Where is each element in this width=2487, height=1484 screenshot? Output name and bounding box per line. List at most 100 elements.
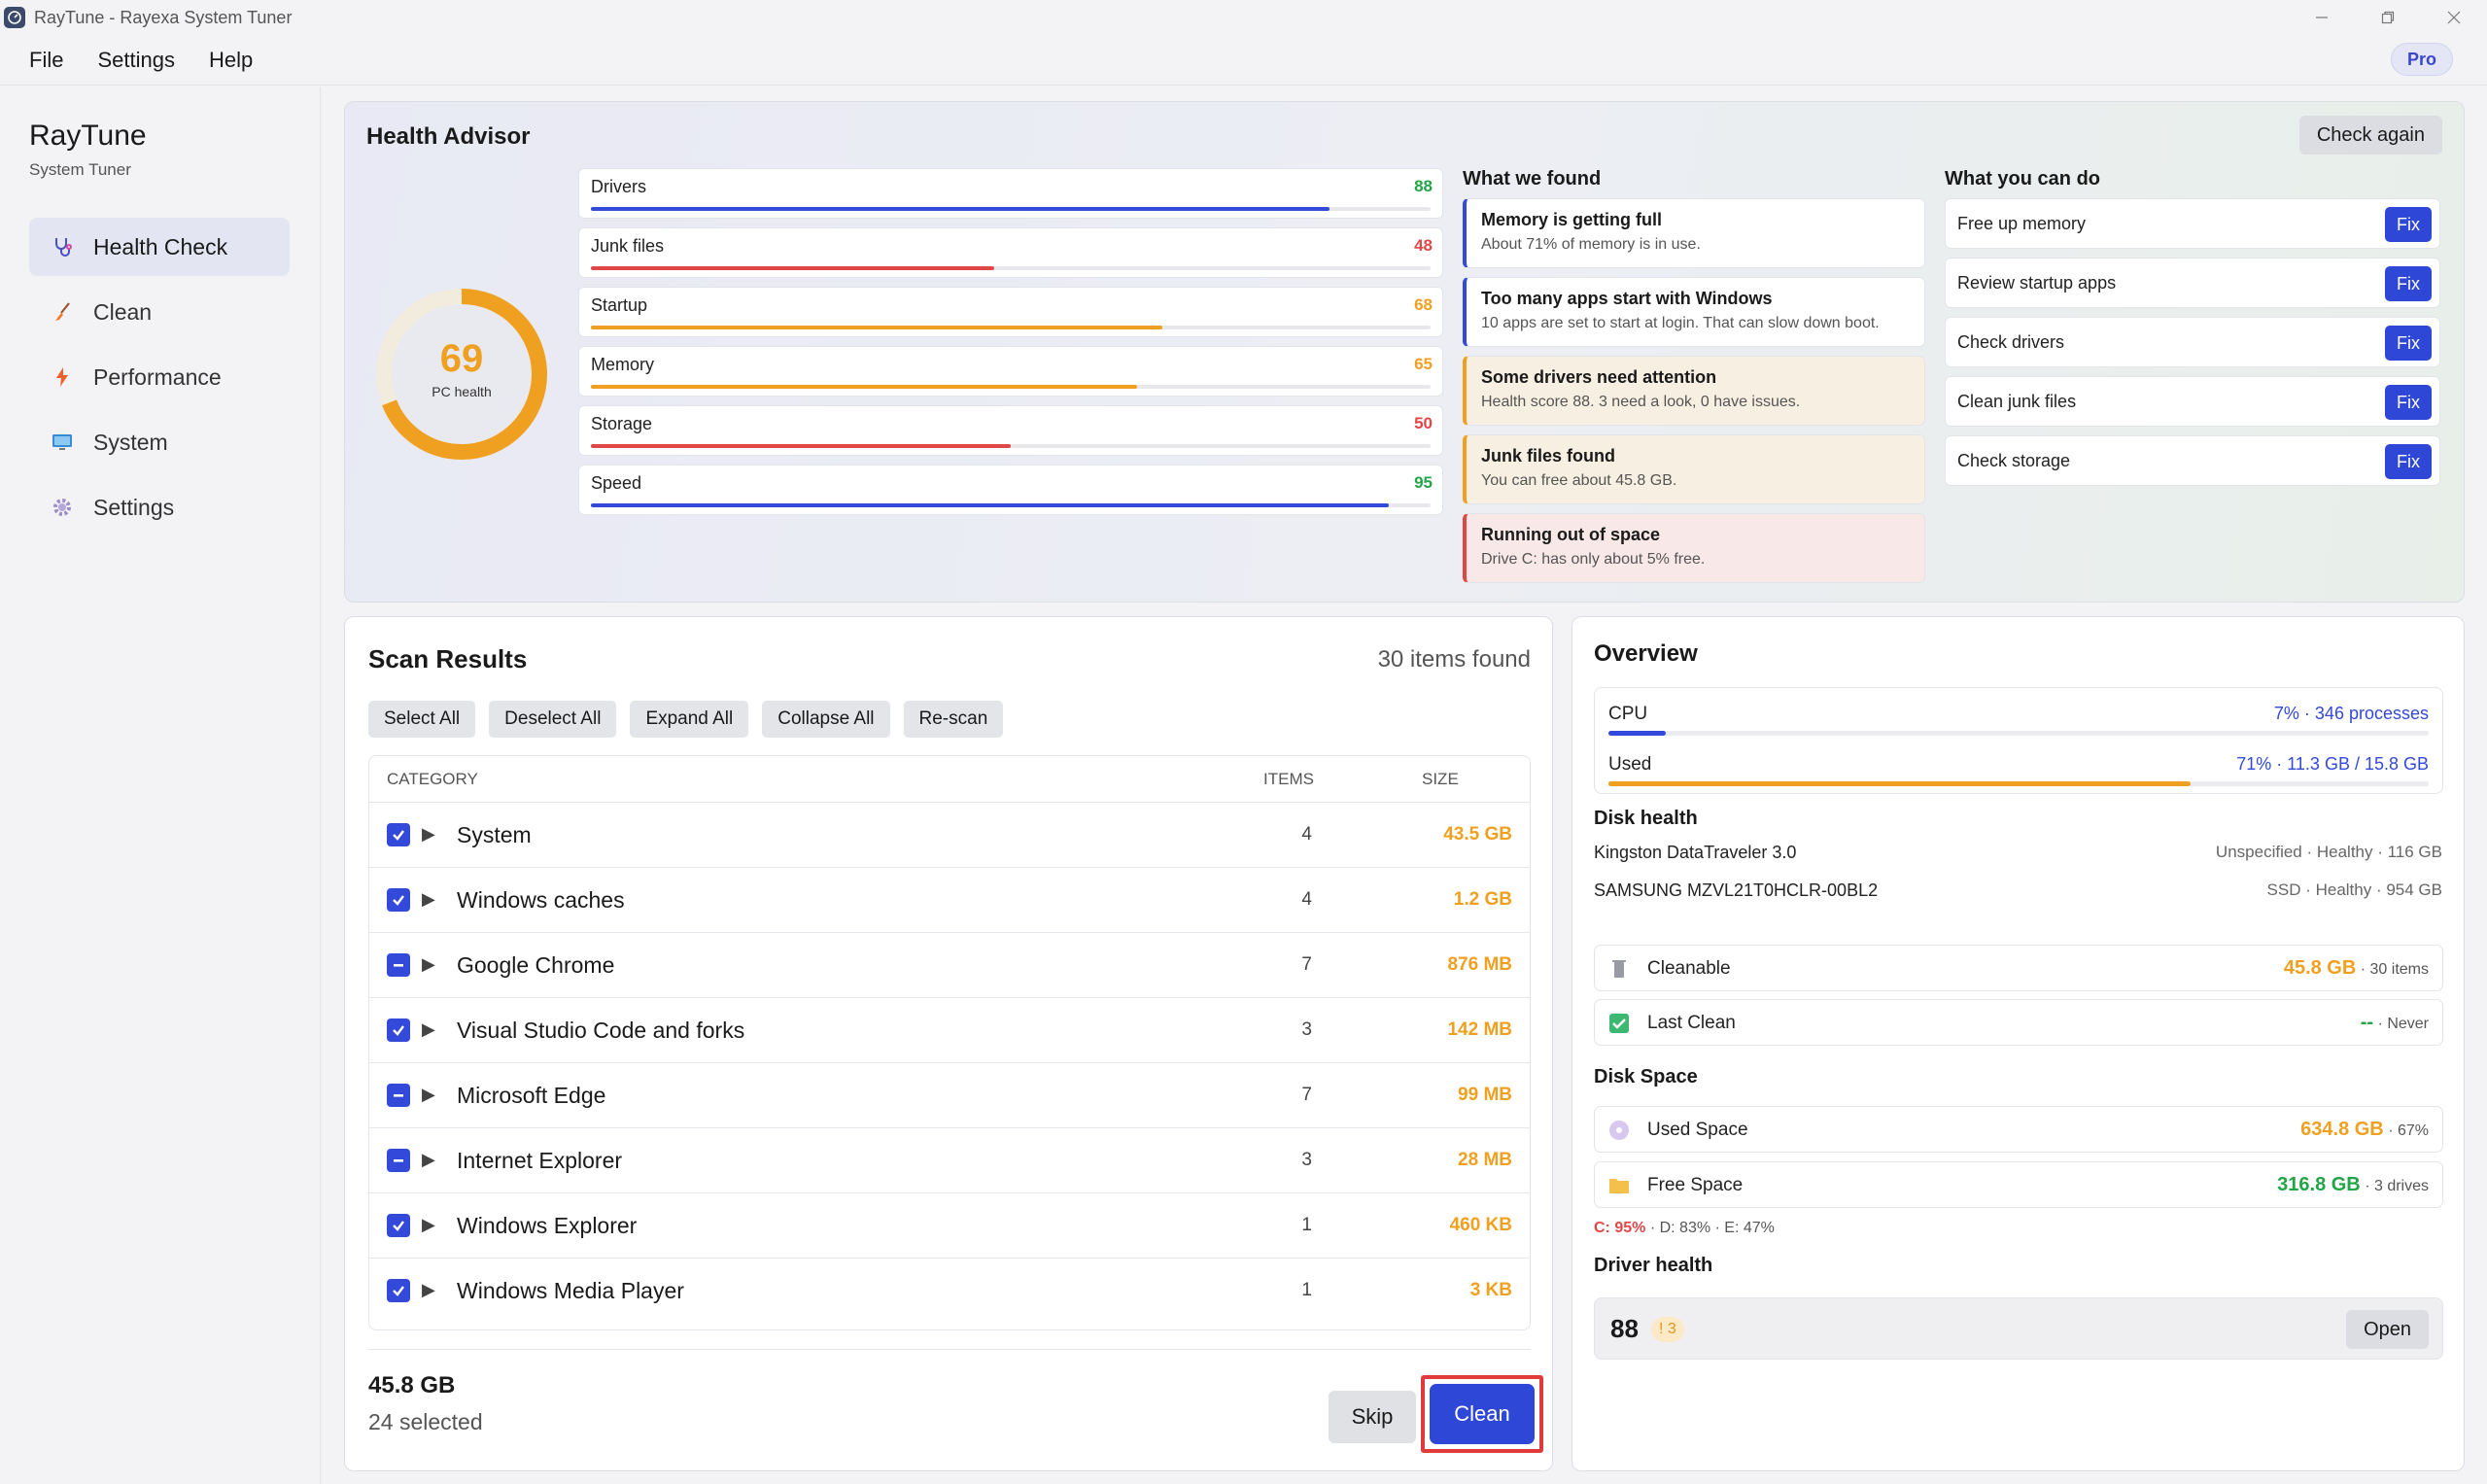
checkbox-checked[interactable]	[387, 823, 410, 846]
pc-health-label: PC health	[432, 384, 492, 399]
app-logo-icon	[4, 7, 25, 28]
scan-results-table: CATEGORY ITEMS SIZE ▶ System 4 43.5 GB ▶ Wind…	[368, 755, 1531, 1330]
table-row[interactable]: ▶ Google Chrome 7 876 MB	[369, 933, 1530, 998]
expand-caret-icon[interactable]: ▶	[422, 824, 435, 845]
checkbox-checked[interactable]	[387, 888, 410, 912]
finding-card: Too many apps start with Windows 10 apps …	[1463, 277, 1925, 347]
expand-caret-icon[interactable]: ▶	[422, 954, 435, 975]
stethoscope-icon	[49, 233, 76, 260]
table-row[interactable]: ▶ Internet Explorer 3 28 MB	[369, 1128, 1530, 1193]
fix-button[interactable]: Fix	[2385, 444, 2432, 479]
table-row[interactable]: ▶ Visual Studio Code and forks 3 142 MB	[369, 998, 1530, 1063]
expand-caret-icon[interactable]: ▶	[422, 1150, 435, 1170]
table-row[interactable]: ▶ System 4 43.5 GB	[369, 803, 1530, 868]
last-clean-value: --	[2360, 1012, 2374, 1033]
action-row: Review startup apps Fix	[1945, 258, 2440, 308]
sidebar-item-performance[interactable]: Performance	[29, 348, 290, 406]
driver-health-score: 88	[1610, 1314, 1639, 1343]
last-clean-when: · Never	[2373, 1016, 2429, 1032]
overview-title: Overview	[1594, 640, 1698, 667]
fix-button[interactable]: Fix	[2385, 326, 2432, 361]
expand-caret-icon[interactable]: ▶	[422, 889, 435, 910]
column-header-size: SIZE	[1422, 769, 1459, 788]
lightning-icon	[49, 363, 76, 391]
menu-settings[interactable]: Settings	[97, 48, 175, 73]
check-again-button[interactable]: Check again	[2298, 116, 2442, 155]
action-row: Free up memory Fix	[1945, 198, 2440, 249]
finding-card: Running out of space Drive C: has only ab…	[1463, 513, 1925, 583]
fix-button[interactable]: Fix	[2385, 385, 2432, 420]
menu-help[interactable]: Help	[209, 48, 253, 73]
open-drivers-button[interactable]: Open	[2346, 1310, 2429, 1349]
fix-button[interactable]: Fix	[2385, 266, 2432, 301]
action-label: Clean junk files	[1957, 391, 2077, 411]
metric-name: Junk files	[591, 236, 665, 256]
disc-icon	[1608, 1120, 1630, 1141]
sidebar-nav: Health Check Clean Performance System Se…	[29, 218, 290, 543]
free-space-value: 316.8 GB	[2277, 1174, 2361, 1195]
rescan-button[interactable]: Re-scan	[903, 701, 1004, 738]
used-space-card: Used Space 634.8 GB · 67%	[1594, 1106, 2443, 1153]
category-items: 3	[1301, 1150, 1312, 1170]
checkbox-partial[interactable]	[387, 1149, 410, 1172]
overview-panel: Overview CPU 7% · 346 processes Used 71%…	[1572, 616, 2465, 1471]
select-all-button[interactable]: Select All	[368, 701, 476, 738]
used-space-percent: · 67%	[2383, 1122, 2429, 1139]
cpu-usage-row: CPU 7% · 346 processes	[1608, 704, 2429, 742]
drive-value: 83%	[1679, 1220, 1711, 1236]
sidebar-item-clean[interactable]: Clean	[29, 283, 290, 341]
metric-value: 50	[1414, 414, 1433, 432]
expand-caret-icon[interactable]: ▶	[422, 1280, 435, 1300]
checkbox-partial[interactable]	[387, 953, 410, 977]
action-label: Free up memory	[1957, 213, 2087, 233]
divider	[368, 1349, 1531, 1350]
trash-icon	[1608, 958, 1630, 980]
sidebar-item-health-check[interactable]: Health Check	[29, 218, 290, 276]
finding-description: Drive C: has only about 5% free.	[1481, 551, 1706, 568]
table-row[interactable]: ▶ Windows caches 4 1.2 GB	[369, 868, 1530, 933]
sidebar-item-label: Settings	[93, 494, 175, 520]
metric-name: Storage	[591, 414, 653, 433]
disk-name: Kingston DataTraveler 3.0	[1594, 843, 1797, 862]
selected-size: 45.8 GB	[368, 1372, 456, 1398]
sidebar-item-label: Performance	[93, 363, 222, 390]
deselect-all-button[interactable]: Deselect All	[489, 701, 617, 738]
minimize-button[interactable]	[2289, 0, 2355, 35]
sidebar-item-settings[interactable]: Settings	[29, 478, 290, 536]
table-row[interactable]: ▶ Microsoft Edge 7 99 MB	[369, 1063, 1530, 1128]
checkbox-checked[interactable]	[387, 1018, 410, 1042]
category-name: Windows Media Player	[457, 1278, 684, 1303]
gear-icon	[49, 494, 76, 521]
health-metric-junk-files: Junk files 48	[578, 227, 1443, 278]
free-space-label: Free Space	[1647, 1175, 1744, 1195]
table-row[interactable]: ▶ Windows Explorer 1 460 KB	[369, 1193, 1530, 1259]
sidebar-item-label: Clean	[93, 298, 153, 325]
checkbox-partial[interactable]	[387, 1084, 410, 1107]
expand-caret-icon[interactable]: ▶	[422, 1215, 435, 1235]
menu-file[interactable]: File	[29, 48, 63, 73]
table-row[interactable]: ▶ Windows Media Player 1 3 KB	[369, 1259, 1530, 1324]
finding-title: Running out of space	[1481, 525, 1660, 544]
pro-badge[interactable]: Pro	[2390, 43, 2453, 76]
clean-button[interactable]: Clean	[1430, 1384, 1535, 1444]
scan-results-panel: Scan Results 30 items found Select All D…	[344, 616, 1553, 1471]
metric-bar	[591, 326, 1431, 329]
health-metrics: Drivers 88 Junk files 48 Startup 68 Memory 65 St…	[578, 168, 1443, 524]
checkbox-checked[interactable]	[387, 1279, 410, 1302]
memory-usage-bar	[1608, 781, 2429, 786]
expand-caret-icon[interactable]: ▶	[422, 1085, 435, 1105]
memory-value: 71% · 11.3 GB / 15.8 GB	[2236, 754, 2429, 774]
restore-button[interactable]	[2355, 0, 2421, 35]
skip-button[interactable]: Skip	[1329, 1391, 1416, 1443]
brand-subtitle: System Tuner	[29, 160, 131, 179]
metric-bar	[591, 207, 1431, 211]
brand-title: RayTune	[29, 120, 147, 152]
sidebar-item-system[interactable]: System	[29, 413, 290, 471]
close-button[interactable]	[2421, 0, 2487, 35]
last-clean-card: Last Clean -- · Never	[1594, 999, 2443, 1046]
fix-button[interactable]: Fix	[2385, 207, 2432, 242]
checkbox-checked[interactable]	[387, 1214, 410, 1237]
expand-caret-icon[interactable]: ▶	[422, 1019, 435, 1040]
collapse-all-button[interactable]: Collapse All	[762, 701, 890, 738]
expand-all-button[interactable]: Expand All	[630, 701, 749, 738]
